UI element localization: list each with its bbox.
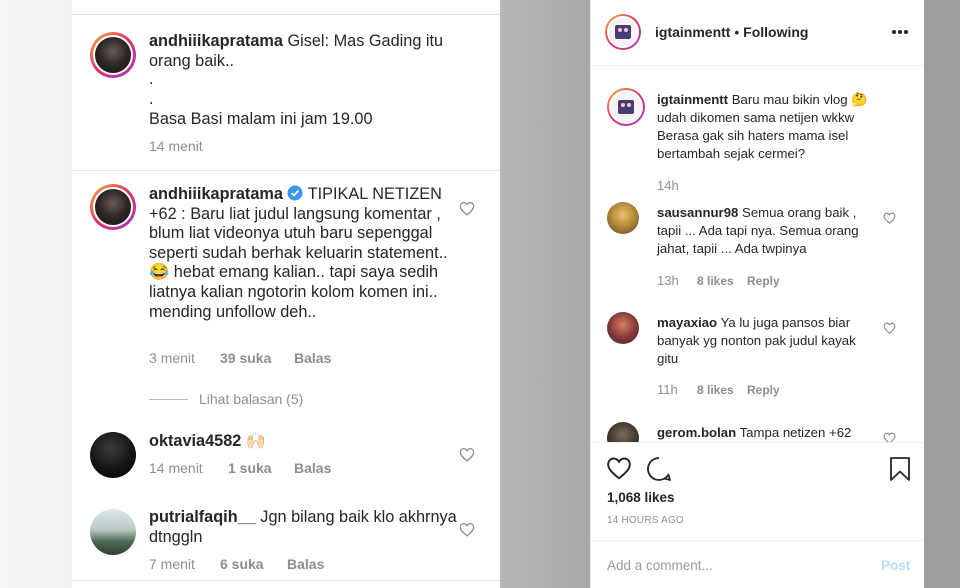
comment-username[interactable]: mayaxiao bbox=[657, 315, 717, 330]
comment-dot: . bbox=[149, 90, 154, 108]
avatar[interactable] bbox=[605, 14, 641, 50]
likes-count[interactable]: 1,068 likes bbox=[607, 489, 675, 507]
comment-body: TIPIKAL NETIZEN +62 : Baru liat judul la… bbox=[149, 185, 448, 321]
comment-text: putrialfaqih__ Jgn bilang baik klo akhrn… bbox=[149, 508, 460, 547]
comment-text: mayaxiao Ya lu juga pansos biar banyak y… bbox=[657, 314, 872, 368]
background-right bbox=[924, 0, 960, 588]
comment-username[interactable]: sausannur98 bbox=[657, 205, 738, 220]
comment-time: 3 menit bbox=[149, 350, 195, 366]
comment-item: oktavia4582 🙌🏻 14 menit 1 suka Balas bbox=[90, 432, 500, 488]
reply-button[interactable]: Balas bbox=[294, 460, 331, 476]
comment-extra: Basa Basi malam ini jam 19.00 bbox=[149, 110, 373, 128]
following-button[interactable]: Following bbox=[743, 24, 808, 40]
avatar[interactable] bbox=[90, 32, 136, 78]
like-icon[interactable] bbox=[606, 456, 632, 480]
comment-item: mayaxiao Ya lu juga pansos biar banyak y… bbox=[607, 312, 907, 416]
post-header-text: igtainmentt • Following bbox=[655, 23, 808, 41]
reply-button[interactable]: Balas bbox=[294, 350, 331, 366]
comment-meta: 13h 8 likes Reply bbox=[657, 273, 780, 288]
comment-item: gerom.bolan Tampa netizen +62 bbox=[607, 422, 907, 442]
comment-text: andhiiikapratama TIPIKAL NETIZEN +62 : B… bbox=[149, 185, 460, 322]
comment-dot: . bbox=[149, 70, 154, 88]
more-icon[interactable] bbox=[891, 29, 909, 35]
post-button[interactable]: Post bbox=[881, 558, 910, 573]
avatar[interactable] bbox=[607, 88, 645, 126]
header-username[interactable]: igtainmentt bbox=[655, 24, 730, 40]
post-header: igtainmentt • Following bbox=[591, 0, 925, 66]
comment-text: oktavia4582 🙌🏻 bbox=[149, 432, 460, 452]
comment-username[interactable]: gerom.bolan bbox=[657, 425, 736, 440]
comment-text: gerom.bolan Tampa netizen +62 bbox=[657, 424, 872, 442]
comment-body: Tampa netizen +62 bbox=[739, 425, 852, 440]
comment-time: 13h bbox=[657, 273, 679, 288]
reply-button[interactable]: Reply bbox=[747, 274, 780, 288]
comment-username[interactable]: putrialfaqih__ bbox=[149, 508, 256, 526]
heart-icon[interactable] bbox=[459, 522, 475, 537]
comment-meta: 14 menit bbox=[149, 138, 203, 154]
heart-icon[interactable] bbox=[883, 432, 896, 442]
comment-username[interactable]: oktavia4582 bbox=[149, 432, 241, 450]
comment-text: andhiiikapratama Gisel: Mas Gading itu o… bbox=[149, 32, 460, 71]
avatar[interactable] bbox=[607, 312, 639, 344]
comment-input[interactable]: Add a comment... bbox=[607, 558, 713, 573]
divider bbox=[591, 540, 925, 541]
view-replies[interactable]: Lihat balasan (5) bbox=[90, 391, 500, 411]
avatar[interactable] bbox=[90, 509, 136, 555]
caption-text: igtainmentt Baru mau bikin vlog 🤔 udah d… bbox=[657, 91, 892, 163]
heart-icon[interactable] bbox=[459, 447, 475, 462]
comment-likes[interactable]: 39 suka bbox=[220, 350, 271, 366]
caption-username[interactable]: igtainmentt bbox=[657, 92, 728, 107]
view-replies-label[interactable]: Lihat balasan (5) bbox=[199, 391, 303, 407]
comment-meta: 3 menit 39 suka Balas bbox=[149, 350, 331, 366]
separator: • bbox=[734, 24, 740, 40]
comment-screenshot: andhiiikapratama Gisel: Mas Gading itu o… bbox=[72, 0, 500, 588]
comment-likes[interactable]: 6 suka bbox=[220, 556, 264, 572]
comments-list[interactable]: sausannur98 Semua orang baik , tapii ...… bbox=[591, 196, 925, 442]
comment-body: 🙌🏻 bbox=[245, 432, 267, 450]
comment-likes[interactable]: 8 likes bbox=[697, 383, 747, 397]
comment-time: 14 menit bbox=[149, 138, 203, 154]
comment-item: andhiiikapratama Gisel: Mas Gading itu o… bbox=[90, 30, 500, 160]
comment-time: 14 menit bbox=[149, 460, 203, 476]
avatar[interactable] bbox=[607, 202, 639, 234]
post-caption: igtainmentt Baru mau bikin vlog 🤔 udah d… bbox=[607, 86, 907, 196]
comment-time: 7 menit bbox=[149, 556, 195, 572]
comment-username[interactable]: andhiiikapratama bbox=[149, 185, 283, 203]
verified-badge-icon bbox=[287, 185, 303, 201]
caption-time: 14h bbox=[657, 178, 679, 193]
heart-icon[interactable] bbox=[459, 201, 475, 216]
comment-time: 11h bbox=[657, 382, 678, 397]
comment-meta: 7 menit 6 suka Balas bbox=[149, 556, 324, 572]
comment-likes[interactable]: 1 suka bbox=[228, 460, 272, 476]
heart-icon[interactable] bbox=[883, 212, 896, 224]
comment-item: sausannur98 Semua orang baik , tapii ...… bbox=[607, 202, 907, 306]
comment-likes[interactable]: 8 likes bbox=[697, 274, 747, 288]
divider bbox=[72, 14, 500, 15]
comment-meta: 11h 8 likes Reply bbox=[657, 382, 780, 397]
heart-icon[interactable] bbox=[883, 322, 896, 334]
comment-icon[interactable] bbox=[646, 456, 672, 482]
divider bbox=[591, 442, 925, 443]
post-panel: igtainmentt • Following igtainmentt Baru… bbox=[590, 0, 925, 588]
comment-meta: 14 menit 1 suka Balas bbox=[149, 460, 331, 476]
avatar[interactable] bbox=[90, 432, 136, 478]
comment-item: putrialfaqih__ Jgn bilang baik klo akhrn… bbox=[90, 508, 500, 578]
divider bbox=[72, 580, 500, 581]
avatar[interactable] bbox=[607, 422, 639, 442]
divider bbox=[72, 170, 500, 171]
reply-button[interactable]: Reply bbox=[747, 383, 780, 397]
comment-text: sausannur98 Semua orang baik , tapii ...… bbox=[657, 204, 872, 258]
reply-button[interactable]: Balas bbox=[287, 556, 324, 572]
avatar[interactable] bbox=[90, 184, 136, 230]
divider bbox=[149, 399, 188, 400]
post-timestamp: 14 HOURS AGO bbox=[607, 515, 684, 526]
comment-item: andhiiikapratama TIPIKAL NETIZEN +62 : B… bbox=[90, 184, 500, 384]
bookmark-icon[interactable] bbox=[889, 456, 911, 482]
comment-username[interactable]: andhiiikapratama bbox=[149, 32, 283, 50]
